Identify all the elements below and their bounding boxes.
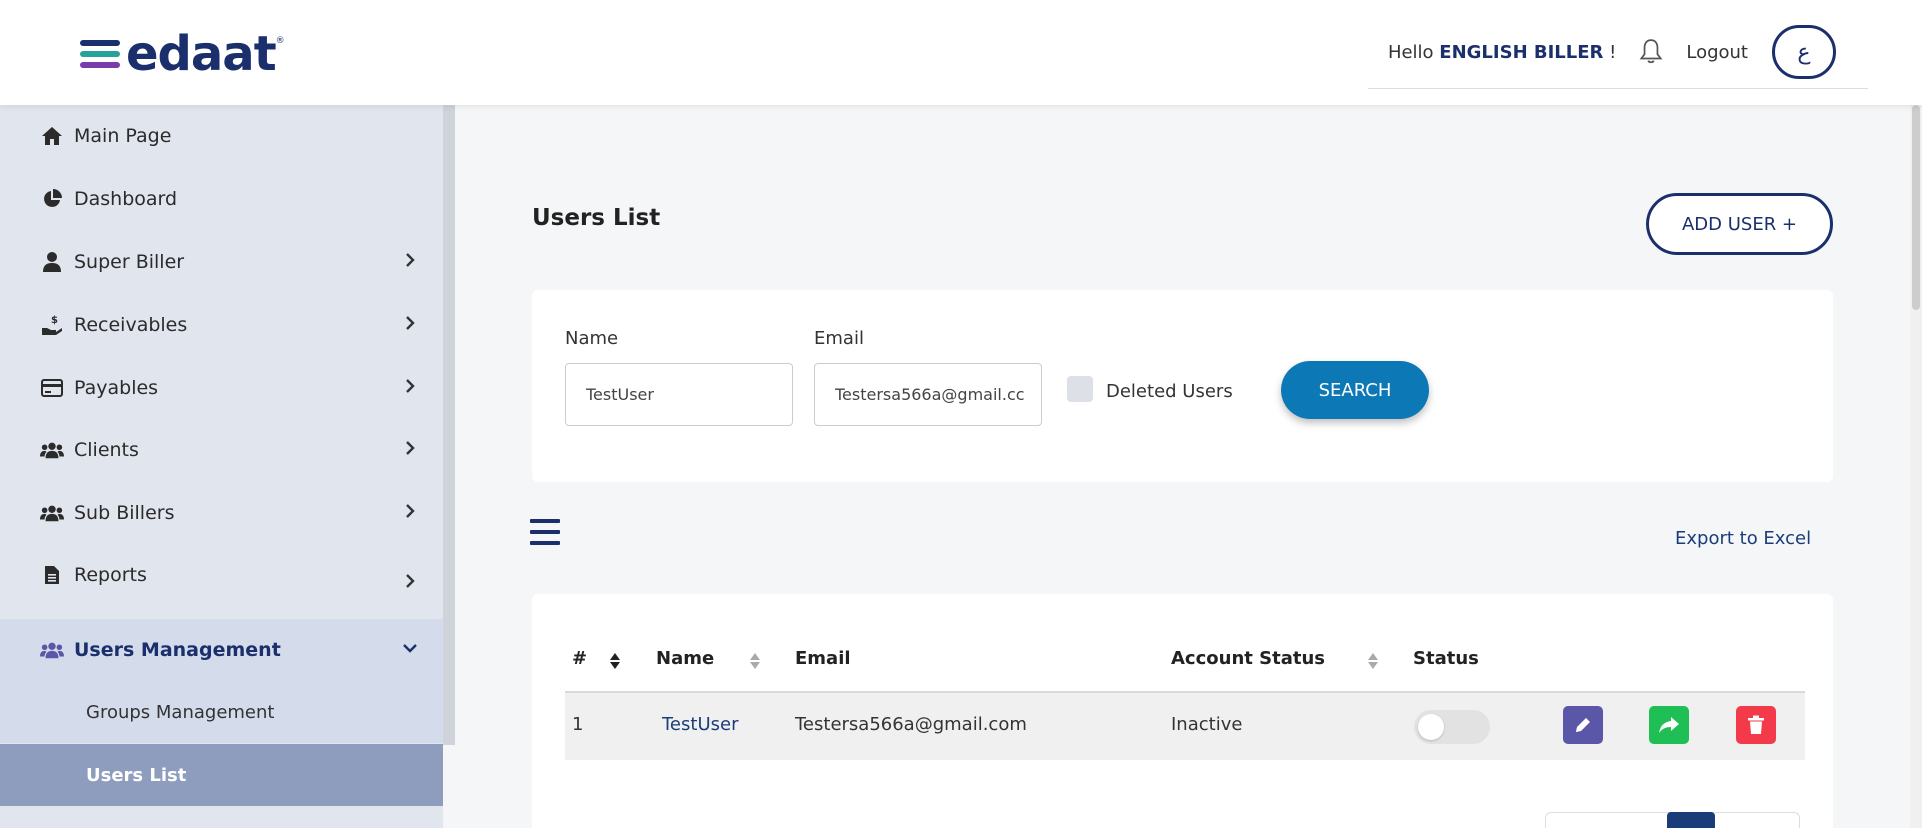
column-header-name[interactable]: Name <box>656 648 714 669</box>
logo-text: edaat <box>126 26 277 82</box>
header-divider <box>1368 88 1868 89</box>
pie-chart-icon <box>40 188 64 210</box>
sidebar-item-label: Reports <box>74 564 147 586</box>
greeting-user-name: ENGLISH BILLER <box>1439 41 1604 63</box>
name-input[interactable] <box>565 363 793 426</box>
document-icon <box>40 564 64 586</box>
logo-registered-mark: ® <box>275 36 285 46</box>
bell-icon[interactable] <box>1638 38 1664 66</box>
email-field-label: Email <box>814 328 864 349</box>
sidebar-item-super-biller[interactable]: Super Biller <box>0 231 443 293</box>
chevron-right-icon <box>406 441 415 455</box>
sidebar-item-label: Main Page <box>74 125 172 147</box>
export-to-excel-link[interactable]: Export to Excel <box>1675 528 1811 549</box>
share-button[interactable] <box>1649 706 1689 744</box>
sidebar-item-label: Users Management <box>74 639 281 661</box>
chevron-right-icon <box>406 504 415 518</box>
sidebar-item-label: Payables <box>74 377 159 399</box>
edaat-logo[interactable]: edaat ® <box>80 30 285 78</box>
chevron-right-icon <box>406 379 415 393</box>
row-index: 1 <box>572 714 584 735</box>
sidebar-item-payables[interactable]: Payables <box>0 357 443 419</box>
sidebar-next-item-partial <box>0 807 443 828</box>
column-header-email: Email <box>795 648 851 669</box>
sidebar-item-main-page[interactable]: Main Page <box>0 105 443 167</box>
top-header: edaat ® Hello ENGLISH BILLER ! Logout ع <box>0 0 1922 105</box>
sidebar-item-reports[interactable]: Reports <box>0 544 443 606</box>
users-icon <box>40 502 64 524</box>
deleted-users-checkbox[interactable] <box>1067 376 1093 402</box>
sidebar-scrollbar[interactable] <box>443 105 455 745</box>
sidebar-item-label: Dashboard <box>74 188 178 210</box>
svg-text:$: $ <box>51 315 58 326</box>
add-user-button[interactable]: ADD USER + <box>1646 193 1833 255</box>
hand-money-icon: $ <box>40 314 64 336</box>
row-user-name-link[interactable]: TestUser <box>662 714 738 735</box>
sidebar-item-label: Clients <box>74 439 139 461</box>
column-header-index[interactable]: # <box>572 648 587 669</box>
user-icon <box>40 251 64 273</box>
users-icon <box>40 439 64 461</box>
row-account-status: Inactive <box>1171 714 1243 735</box>
trash-icon <box>1748 715 1764 734</box>
search-button[interactable]: SEARCH <box>1281 361 1429 419</box>
delete-button[interactable] <box>1736 706 1776 744</box>
page-scrollbar-thumb[interactable] <box>1912 105 1920 310</box>
sidebar-item-label: Sub Billers <box>74 502 175 524</box>
page-title: Users List <box>532 205 661 231</box>
email-input[interactable] <box>814 363 1042 426</box>
sidebar-item-label: Super Biller <box>74 251 185 273</box>
sort-icon[interactable] <box>1367 652 1379 670</box>
sidebar-item-users-management[interactable]: Users Management <box>0 619 443 681</box>
users-icon <box>40 639 64 661</box>
greeting: Hello ENGLISH BILLER ! <box>1388 42 1616 63</box>
menu-icon[interactable] <box>530 518 560 546</box>
deleted-users-label: Deleted Users <box>1106 381 1233 402</box>
share-arrow-icon <box>1659 717 1679 733</box>
chevron-right-icon <box>406 574 415 588</box>
chevron-down-icon <box>403 644 417 653</box>
credit-card-icon <box>40 377 64 399</box>
column-header-account-status[interactable]: Account Status <box>1171 648 1325 669</box>
sort-active-icon[interactable] <box>609 652 621 670</box>
pagination-active-page[interactable] <box>1667 812 1715 828</box>
row-email: Testersa566a@gmail.com <box>795 714 1027 735</box>
greeting-suffix: ! <box>1609 41 1617 63</box>
language-toggle-button[interactable]: ع <box>1772 25 1836 79</box>
logo-bars <box>80 40 120 68</box>
sidebar-subitem-users-list[interactable]: Users List <box>0 744 443 806</box>
edit-button[interactable] <box>1563 706 1603 744</box>
toggle-knob <box>1418 714 1444 740</box>
chevron-right-icon <box>406 316 415 330</box>
home-icon <box>40 125 64 147</box>
sidebar-item-clients[interactable]: Clients <box>0 419 443 481</box>
column-header-status: Status <box>1413 648 1479 669</box>
sidebar-item-dashboard[interactable]: Dashboard <box>0 168 443 230</box>
sidebar-subitem-groups-management[interactable]: Groups Management <box>0 681 443 743</box>
logout-link[interactable]: Logout <box>1686 42 1748 63</box>
status-toggle[interactable] <box>1414 710 1490 744</box>
sidebar-item-sub-billers[interactable]: Sub Billers <box>0 482 443 544</box>
name-field-label: Name <box>565 328 619 349</box>
greeting-prefix: Hello <box>1387 41 1434 63</box>
sort-icon[interactable] <box>749 652 761 670</box>
pencil-icon <box>1576 718 1590 732</box>
sidebar-item-receivables[interactable]: $ Receivables <box>0 294 443 356</box>
header-user-area: Hello ENGLISH BILLER ! Logout ع <box>1388 24 1836 80</box>
chevron-right-icon <box>406 253 415 267</box>
sidebar-item-label: Receivables <box>74 314 188 336</box>
